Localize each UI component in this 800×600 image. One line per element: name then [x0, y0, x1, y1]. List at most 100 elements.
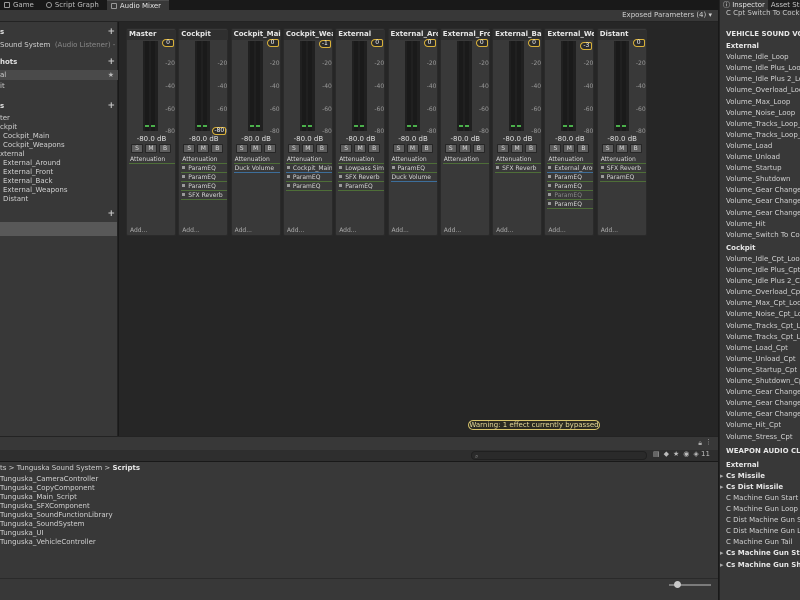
effect-slot[interactable]: ParamEQ — [547, 174, 594, 182]
icon-size-slider-handle[interactable] — [674, 581, 681, 588]
volume-fader-handle[interactable]: -3 — [580, 42, 593, 51]
inspector-field[interactable]: Volume_Max_Loop — [726, 97, 790, 107]
effect-slot[interactable]: SFX Reverb — [181, 192, 228, 200]
effect-enable-icon[interactable] — [600, 166, 604, 169]
mixer-strip[interactable]: External_Front-20-40-60-800-80.0 dBSMBAt… — [439, 28, 490, 236]
inspector-field[interactable]: C Dist Machine Gun Loo — [726, 526, 800, 536]
mixer-strip[interactable]: Cockpit-20 -40 -60 -80-80-80.0 dBSMB Attenua… — [178, 28, 229, 236]
inspector-field[interactable]: Volume_Tracks_Cpt_Loo — [726, 332, 800, 342]
inspector-field[interactable]: Volume_Shutdown — [726, 174, 790, 184]
effect-slot[interactable]: Attenuation — [338, 156, 385, 164]
solo-button[interactable]: S — [549, 144, 562, 153]
inspector-field[interactable]: C Machine Gun Loop — [726, 504, 798, 514]
effect-slot[interactable]: ParamEQ — [547, 201, 594, 209]
snapshot-item[interactable]: al ★ — [0, 70, 118, 80]
solo-button[interactable]: S — [444, 144, 457, 153]
effect-slot[interactable]: Attenuation — [285, 156, 332, 164]
volume-fader-handle[interactable]: 0 — [423, 39, 436, 47]
mute-button[interactable]: M — [145, 144, 157, 153]
inspector-field[interactable]: Volume_Idle Plus_Cpt_L — [726, 265, 800, 275]
solo-button[interactable]: S — [497, 144, 510, 153]
inspector-field[interactable]: ▸Cs Machine Gun Short — [720, 560, 800, 570]
inspector-field[interactable]: Volume_Idle Plus 2_Loo — [726, 74, 800, 84]
inspector-field[interactable]: ▸ Cs Missile — [720, 471, 765, 481]
bypass-button[interactable]: B — [368, 144, 381, 153]
inspector-field[interactable]: Volume_Switch To Cock — [726, 230, 800, 240]
add-effect-button[interactable]: Add... — [235, 227, 252, 234]
effect-enable-icon[interactable] — [182, 166, 186, 169]
effect-slot[interactable]: ParamEQ — [547, 183, 594, 191]
volume-fader-handle[interactable]: 0 — [632, 39, 645, 47]
inspector-field[interactable]: Volume_Tracks_Cpt_Loo — [726, 321, 800, 331]
mute-button[interactable]: M — [301, 144, 314, 153]
effect-slot[interactable]: Duck Volume — [390, 174, 437, 182]
filter-by-label-icon[interactable]: ◆ — [664, 450, 669, 458]
mixer-strip[interactable]: Distant -20 -40 -60 -80 0 -80.0 dB S M B Attenuati… — [596, 28, 647, 236]
bypass-button[interactable]: B — [211, 144, 224, 153]
effect-slot[interactable]: Attenuation — [547, 156, 594, 164]
snapshot-item[interactable]: it — [0, 81, 118, 91]
effect-enable-icon[interactable] — [339, 184, 343, 187]
mixer-strip[interactable]: Master -20 -40 -60 -80 0 -80.0 dB S M B Attenuatio… — [126, 28, 176, 236]
bypass-button[interactable]: B — [159, 144, 171, 153]
effect-slot[interactable]: ParamEQ — [599, 174, 646, 182]
inspector-field[interactable]: Volume_Gear Change_E — [726, 409, 800, 419]
inspector-field[interactable]: Volume_Startup — [726, 163, 782, 173]
effect-slot[interactable]: ParamEQ — [181, 183, 228, 191]
inspector-field[interactable]: Volume_Load — [726, 141, 772, 151]
bypass-button[interactable]: B — [629, 144, 642, 153]
effect-enable-icon[interactable] — [548, 175, 552, 178]
effect-slot[interactable]: Attenuation — [599, 156, 646, 164]
effect-enable-icon[interactable] — [548, 184, 552, 187]
inspector-field[interactable]: Volume_Load_Cpt — [726, 343, 788, 353]
effect-slot[interactable]: ParamEQ — [547, 192, 594, 200]
breadcrumb-prefix[interactable]: ts — [0, 464, 6, 472]
inspector-field[interactable]: External — [726, 460, 759, 470]
mixer-strip[interactable]: Cockpit_Main -20 -40 -60 -80 0 -80.0 dB S M B Atte… — [230, 28, 281, 236]
add-mixer-icon[interactable]: + — [107, 28, 115, 37]
mute-button[interactable]: M — [197, 144, 210, 153]
mixer-strip[interactable]: External_Back-20-40-60-800-80.0 dBSMBAtt… — [492, 28, 543, 236]
tab-game[interactable]: Game — [0, 0, 42, 10]
mute-button[interactable]: M — [354, 144, 367, 153]
inspector-field[interactable]: C Machine Gun Start — [726, 493, 798, 503]
exposed-parameters-dropdown[interactable]: Exposed Parameters (4) ▾ — [622, 11, 712, 19]
inspector-field[interactable]: Volume_Shutdown_Cpt — [726, 376, 800, 386]
effect-slot[interactable]: ParamEQ — [285, 183, 332, 191]
effect-enable-icon[interactable] — [339, 175, 343, 178]
hidden-packages-icon[interactable]: ◉ — [683, 450, 689, 458]
inspector-field[interactable]: Cockpit — [726, 243, 756, 253]
mixer-strip[interactable]: External_Arou-20-40-60-800-80.0 dBSMBAtt… — [387, 28, 438, 236]
solo-button[interactable]: S — [235, 144, 248, 153]
solo-button[interactable]: S — [183, 144, 196, 153]
mixer-strip[interactable]: External_Wea -20 -40 -60 -80 -3 -80.0 dBSMB Att… — [544, 28, 595, 236]
effect-slot[interactable]: Attenuation — [390, 156, 437, 164]
volume-fader-handle[interactable]: 0 — [371, 39, 384, 47]
mixer-item[interactable]: Sound System (Audio Listener) - — [0, 40, 118, 50]
effect-slot[interactable]: External_Arou — [547, 165, 594, 173]
filter-by-type-icon[interactable]: ▤ — [653, 450, 660, 458]
solo-button[interactable]: S — [601, 144, 614, 153]
effect-slot[interactable]: Cockpit_Main — [285, 165, 332, 173]
tab-audio-mixer[interactable]: Audio Mixer — [106, 0, 170, 10]
effect-slot[interactable]: SFX Reverb — [338, 174, 385, 182]
effect-enable-icon[interactable] — [548, 202, 552, 205]
volume-fader-handle[interactable]: 0 — [475, 39, 488, 47]
kebab-menu-icon[interactable]: ⋮ — [705, 438, 712, 446]
effect-slot[interactable]: Attenuation — [442, 156, 489, 164]
effect-enable-icon[interactable] — [286, 166, 290, 169]
inspector-field[interactable]: Volume_Gear Change_E — [726, 208, 800, 218]
project-file-item[interactable]: Tunguska_VehicleController — [0, 538, 96, 547]
inspector-field[interactable]: C Dist Machine Gun Sta — [726, 515, 800, 525]
view-item[interactable] — [0, 222, 117, 236]
bypass-button[interactable]: B — [263, 144, 276, 153]
inspector-field[interactable]: Volume_Idle Plus 2_Cpt — [726, 276, 800, 286]
mute-button[interactable]: M — [615, 144, 628, 153]
mute-button[interactable]: M — [249, 144, 262, 153]
bypass-button[interactable]: B — [525, 144, 538, 153]
project-file-item[interactable]: Tunguska_SoundFunctionLibrary — [0, 511, 113, 520]
bypass-button[interactable]: B — [577, 144, 590, 153]
add-effect-button[interactable]: Add... — [182, 227, 199, 234]
add-effect-button[interactable]: Add... — [601, 227, 618, 234]
bypass-button[interactable]: B — [472, 144, 485, 153]
